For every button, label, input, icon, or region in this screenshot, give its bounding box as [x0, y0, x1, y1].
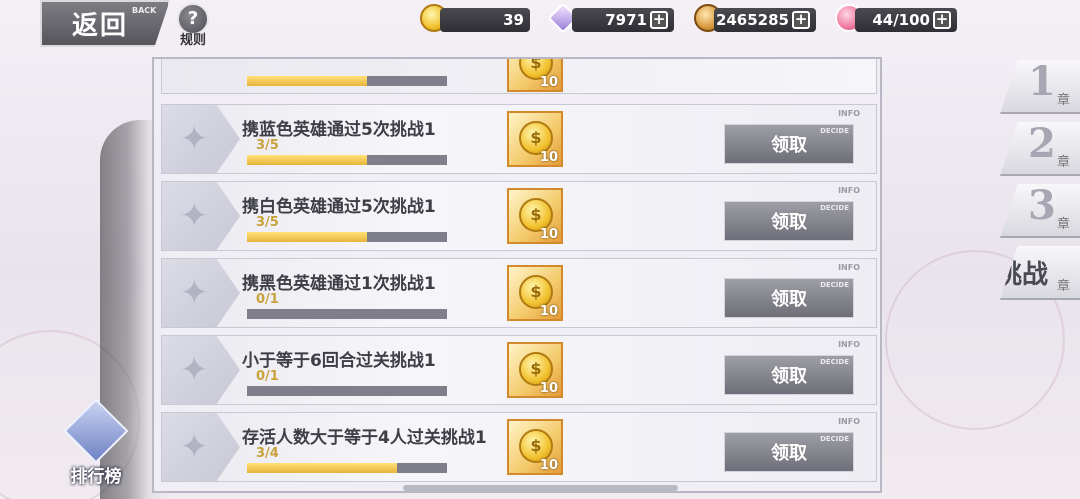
task-progress-bar	[247, 155, 447, 165]
gold-coin-counter: 39	[440, 8, 530, 32]
stamina-counter: 44/100 +	[855, 8, 957, 32]
info-tag: INFO	[838, 417, 860, 426]
task-progress-bar	[247, 309, 447, 319]
bronze-coin-counter: 2465285 +	[714, 8, 816, 32]
gold-coin-value: 39	[503, 11, 524, 29]
bronze-coin-value: 2465285	[715, 11, 789, 29]
task-row: 小于等于6回合过关挑战1 0/1 $ 10 INFO DECIDE 领取	[161, 335, 877, 405]
tab-chapter-3[interactable]: 3 章	[1000, 184, 1080, 238]
decide-tag: DECIDE	[820, 204, 849, 212]
task-row: 携蓝色英雄通过5次挑战1 3/5 $ 10 INFO DECIDE 领取	[161, 104, 877, 174]
claim-button[interactable]: DECIDE 领取	[724, 124, 854, 164]
reward-item[interactable]: $ 10	[507, 419, 563, 475]
task-title: 存活人数大于等于4人过关挑战1	[242, 428, 487, 448]
claim-button[interactable]: DECIDE 领取	[724, 355, 854, 395]
add-bronze-coin-button[interactable]: +	[792, 11, 810, 29]
claim-button[interactable]: DECIDE 领取	[724, 201, 854, 241]
task-progress-bar	[247, 232, 447, 242]
task-title: 携蓝色英雄通过5次挑战1	[242, 120, 436, 140]
leaderboard-button[interactable]: 排行榜	[62, 398, 130, 488]
rules-button[interactable]: ? 规则	[173, 3, 213, 48]
star-emblem-icon	[162, 336, 240, 404]
task-progress-fill	[247, 463, 397, 473]
chapter-suffix: 章	[1056, 93, 1070, 108]
task-list-panel[interactable]: $ 10 携蓝色英雄通过5次挑战1 3/5 $ 10 INFO DECIDE 领…	[152, 57, 882, 493]
task-progress-fill	[247, 76, 367, 86]
reward-item[interactable]: $ 10	[507, 342, 563, 398]
reward-quantity: 10	[539, 75, 558, 90]
task-row: 存活人数大于等于4人过关挑战1 3/4 $ 10 INFO DECIDE 领取	[161, 412, 877, 482]
info-tag: INFO	[838, 340, 860, 349]
crystal-counter: 7971 +	[572, 8, 674, 32]
task-row-partial: $ 10	[161, 59, 877, 94]
decide-tag: DECIDE	[820, 358, 849, 366]
claim-button-label: 领取	[771, 289, 807, 310]
claim-button-label: 领取	[771, 443, 807, 464]
info-tag: INFO	[838, 109, 860, 118]
chapter-number: 2	[1028, 120, 1056, 167]
decide-tag: DECIDE	[820, 127, 849, 135]
task-row: 携白色英雄通过5次挑战1 3/5 $ 10 INFO DECIDE 领取	[161, 181, 877, 251]
task-progress-bar	[247, 76, 447, 86]
leaderboard-label: 排行榜	[70, 467, 122, 487]
rules-label: 规则	[179, 33, 206, 48]
star-emblem-icon	[162, 413, 240, 481]
reward-quantity: 10	[539, 381, 558, 396]
decide-tag: DECIDE	[820, 435, 849, 443]
task-progress-text: 3/5	[256, 215, 279, 230]
chapter-suffix: 章	[1056, 279, 1070, 294]
add-crystal-button[interactable]: +	[650, 11, 668, 29]
task-progress-bar	[247, 463, 447, 473]
stamina-value: 44/100	[872, 11, 930, 29]
task-progress-bar	[247, 386, 447, 396]
reward-item[interactable]: $ 10	[507, 188, 563, 244]
task-progress-text: 3/5	[256, 138, 279, 153]
info-tag: INFO	[838, 186, 860, 195]
scrollbar[interactable]	[403, 485, 678, 491]
info-tag: INFO	[838, 263, 860, 272]
add-stamina-button[interactable]: +	[933, 11, 951, 29]
claim-button[interactable]: DECIDE 领取	[724, 432, 854, 472]
reward-quantity: 10	[539, 458, 558, 473]
task-progress-text: 0/1	[256, 292, 279, 307]
reward-item[interactable]: $ 10	[507, 111, 563, 167]
task-title: 携白色英雄通过5次挑战1	[242, 197, 436, 217]
tab-challenge[interactable]: 挑战 章	[1000, 246, 1080, 300]
task-progress-text: 0/1	[256, 369, 279, 384]
diamond-cluster-icon	[63, 398, 129, 464]
crystal-value: 7971	[605, 11, 647, 29]
chapter-suffix: 章	[1056, 217, 1070, 232]
chapter-number: 1	[1028, 58, 1056, 105]
decide-tag: DECIDE	[820, 281, 849, 289]
star-emblem-icon	[162, 259, 240, 327]
reward-quantity: 10	[539, 150, 558, 165]
back-tag: BACK	[132, 6, 157, 15]
star-emblem-icon	[162, 105, 240, 173]
reward-quantity: 10	[539, 227, 558, 242]
tab-chapter-1[interactable]: 1 章	[1000, 60, 1080, 114]
claim-button-label: 领取	[771, 212, 807, 233]
reward-item[interactable]: $ 10	[507, 59, 563, 92]
chapter-number: 3	[1028, 182, 1056, 229]
task-title: 小于等于6回合过关挑战1	[242, 351, 436, 371]
claim-button-label: 领取	[771, 366, 807, 387]
claim-button-label: 领取	[771, 135, 807, 156]
tab-chapter-2[interactable]: 2 章	[1000, 122, 1080, 176]
claim-button[interactable]: DECIDE 领取	[724, 278, 854, 318]
task-progress-text: 3/4	[256, 446, 279, 461]
task-progress-fill	[247, 232, 367, 242]
task-row: 携黑色英雄通过1次挑战1 0/1 $ 10 INFO DECIDE 领取	[161, 258, 877, 328]
task-title: 携黑色英雄通过1次挑战1	[242, 274, 436, 294]
task-progress-fill	[247, 155, 367, 165]
back-button-label: 返回	[72, 11, 129, 41]
star-emblem-icon	[162, 182, 240, 250]
reward-item[interactable]: $ 10	[507, 265, 563, 321]
chapter-suffix: 章	[1056, 155, 1070, 170]
reward-quantity: 10	[539, 304, 558, 319]
